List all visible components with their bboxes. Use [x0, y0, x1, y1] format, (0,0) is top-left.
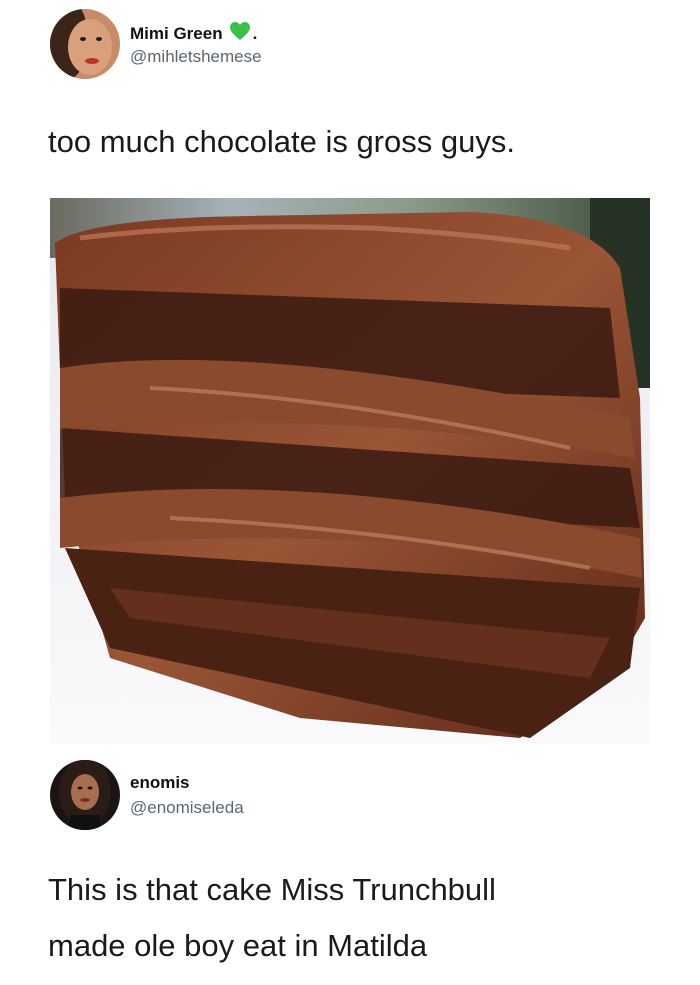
avatar-enomis[interactable]	[50, 760, 120, 830]
display-name-row: Mimi Green .	[130, 21, 257, 46]
tweet-text: too much chocolate is gross guys.	[48, 124, 515, 159]
tweet-text-line-2: made ole boy eat in Matilda	[48, 928, 428, 963]
avatar-enomis-image	[50, 760, 120, 830]
display-name[interactable]: enomis	[130, 773, 190, 793]
display-name-suffix: .	[252, 23, 258, 43]
cake-image	[50, 198, 650, 743]
handle[interactable]: @mihletshemese	[130, 47, 262, 67]
display-name-row: enomis	[130, 773, 190, 793]
avatar-mimi-green[interactable]	[50, 9, 120, 79]
tweet-text: This is that cake Miss Trunchbull made o…	[48, 866, 496, 970]
tweet-reply: enomis @enomiseleda This is that cake Mi…	[0, 760, 700, 985]
tweet-text-line-1: This is that cake Miss Trunchbull	[48, 872, 496, 907]
display-name[interactable]: Mimi Green	[130, 24, 223, 44]
tweet-original: Mimi Green . @mihletshemese too much cho…	[0, 0, 700, 760]
green-heart-icon	[229, 21, 251, 46]
handle[interactable]: @enomiseleda	[130, 798, 244, 818]
avatar-mimi-image	[50, 9, 120, 79]
tweet-photo-chocolate-cake[interactable]	[50, 198, 650, 743]
